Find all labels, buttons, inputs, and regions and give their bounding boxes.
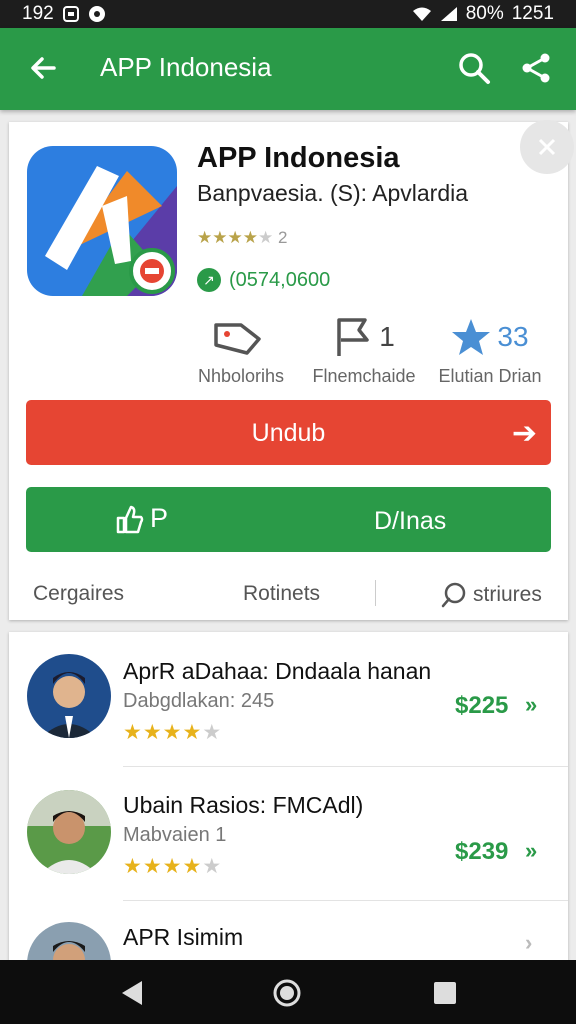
share-icon[interactable]	[518, 50, 554, 86]
nav-bar	[0, 960, 576, 1024]
status-time: 1251	[511, 3, 554, 24]
listing-subtitle: Mabvaien 1	[123, 824, 227, 846]
wifi-icon	[412, 7, 431, 21]
app-detail-card: APP Indonesia Banpvaesia. (S): Apvlardia…	[9, 120, 574, 620]
secondary-left-text: P	[150, 503, 169, 533]
tag-icon	[214, 323, 261, 355]
listing-rating-stars: ★★★★★	[123, 855, 223, 878]
expand-icon	[538, 138, 556, 156]
chevron-right-icon[interactable]: ›	[525, 930, 532, 956]
thumbs-up-icon	[116, 505, 144, 533]
avatar	[27, 654, 111, 738]
chevron-right-icon[interactable]: »	[525, 692, 537, 718]
tab-search[interactable]: striures	[441, 582, 542, 608]
star-icon	[452, 319, 491, 355]
battery-text: 80%	[465, 3, 504, 24]
app-badge-icon	[129, 248, 175, 294]
status-right: 80% 1251	[412, 3, 554, 25]
developer-name[interactable]: Banpvaesia. (S): Apvlardia	[197, 180, 468, 207]
listing-rating-stars: ★★★★★	[123, 721, 223, 744]
stat-label: Elutian Drian	[438, 366, 542, 386]
tab-categories[interactable]: Cergaires	[33, 582, 124, 606]
download-label: Undub	[251, 419, 326, 447]
installs-row: ↗ (0574,0600	[197, 268, 330, 292]
nav-home-icon[interactable]	[272, 978, 302, 1008]
back-arrow-icon[interactable]	[24, 48, 64, 88]
secondary-left-group: P	[114, 503, 168, 534]
search-icon[interactable]	[456, 50, 492, 86]
download-button[interactable]: Undub ➔	[26, 400, 551, 465]
verified-icon: ↗	[197, 268, 221, 292]
record-icon	[88, 6, 105, 22]
flag-icon	[337, 318, 369, 356]
rating-row: ★★★★★ 2	[197, 228, 287, 248]
listing-price: $225	[455, 692, 509, 719]
rating-stars: ★★★★★	[197, 228, 274, 247]
more-options-button[interactable]	[520, 120, 574, 174]
app-bar-title: APP Indonesia	[100, 52, 272, 82]
rating-count: 2	[277, 228, 288, 247]
listing-card: AprR aDahaa: Dndaala hanan Dabgdlakan: 2…	[9, 632, 568, 1006]
secondary-label: D/Inas	[374, 507, 447, 535]
listing-price: $239	[455, 838, 509, 865]
status-bar: 192 80% 1251	[0, 0, 576, 28]
app-bar: APP Indonesia	[0, 28, 576, 110]
tabs-row: Cergaires Rotinets striures	[9, 570, 568, 616]
tab-ratings[interactable]: Rotinets	[243, 582, 320, 606]
listing-title: APR Isimim	[123, 924, 244, 950]
chevron-right-icon[interactable]: »	[525, 838, 537, 864]
stat-icon-wrap: 33	[405, 314, 575, 360]
list-divider	[123, 900, 568, 901]
search-icon	[441, 582, 466, 608]
arrow-right-icon: ➔	[511, 417, 537, 450]
app-logo-icon	[27, 146, 177, 296]
list-divider	[123, 766, 568, 767]
listing-title: Ubain Rasios: FMCAdl)	[123, 792, 364, 818]
listing-subtitle: Dabgdlakan: 245	[123, 690, 275, 712]
stat-value: 33	[497, 321, 529, 352]
stat-value: 1	[379, 321, 395, 352]
signal-icon	[440, 7, 457, 21]
nav-recents-icon[interactable]	[430, 978, 460, 1008]
tab-divider	[375, 580, 376, 606]
tab-search-label: striures	[473, 583, 542, 606]
nav-back-icon[interactable]	[118, 978, 148, 1008]
app-name: APP Indonesia	[197, 142, 400, 174]
status-left: 192	[22, 3, 106, 25]
installs-count: (0574,0600	[229, 268, 331, 291]
stat-stars[interactable]: 33 Elutian Drian	[405, 314, 575, 387]
secondary-action-button[interactable]: P D/Inas	[26, 487, 551, 552]
status-left-time: 192	[22, 3, 54, 24]
lock-icon	[62, 6, 79, 22]
listing-title: AprR aDahaa: Dndaala hanan	[123, 658, 432, 684]
avatar	[27, 790, 111, 874]
